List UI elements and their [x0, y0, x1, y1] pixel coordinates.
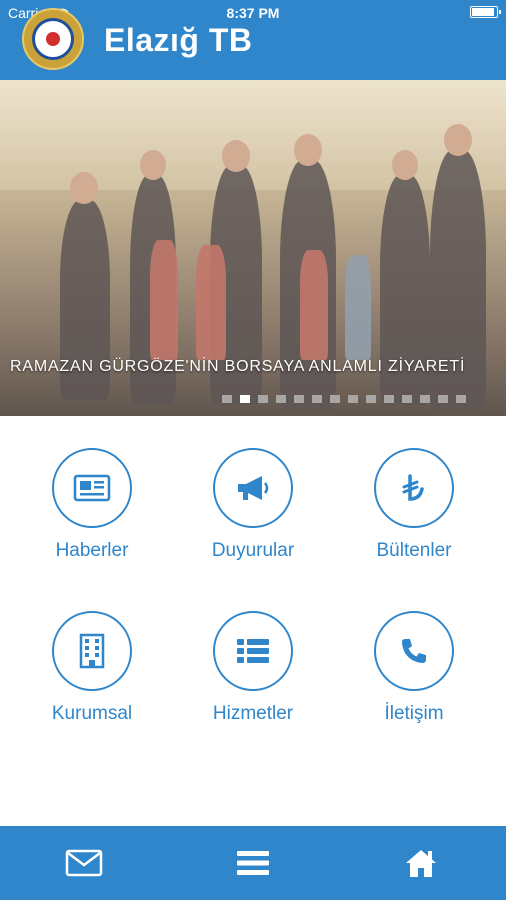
menu-label: Hizmetler — [212, 703, 294, 724]
slide-dot[interactable] — [348, 395, 358, 403]
slide-dot[interactable] — [330, 395, 340, 403]
menu-item-kurumsal[interactable]: Kurumsal — [12, 579, 172, 724]
news-slider[interactable]: RAMAZAN GÜRGÖZE'NİN BORSAYA ANLAMLI ZİYA… — [0, 80, 506, 416]
bultenler-button[interactable] — [374, 448, 454, 528]
iletisim-button[interactable] — [374, 611, 454, 691]
menu-item-duyurular[interactable]: Duyurular — [173, 416, 333, 561]
menu-label: Bültenler — [376, 540, 452, 561]
slide-caption[interactable]: RAMAZAN GÜRGÖZE'NİN BORSAYA ANLAMLI ZİYA… — [10, 358, 465, 376]
menu-label: İletişim — [384, 703, 444, 724]
menu-label: Duyurular — [211, 540, 295, 561]
slide-dot[interactable] — [420, 395, 430, 403]
megaphone-icon — [238, 476, 269, 500]
app-screen: Carrier 8:37 PM Elazığ TB RAMAZAN GÜRGÖZ… — [0, 0, 506, 900]
tab-mail[interactable] — [59, 838, 109, 888]
slide-dot[interactable] — [366, 395, 376, 403]
slide-dot[interactable] — [258, 395, 268, 403]
kurumsal-button[interactable] — [52, 611, 132, 691]
menu-icon — [237, 851, 269, 875]
menu-grid: Haberler Duyurular Bültenler Kurumsal Hi… — [0, 416, 506, 826]
chamber-logo-icon — [22, 8, 84, 70]
slide-dot[interactable] — [438, 395, 448, 403]
menu-item-hizmetler[interactable]: Hizmetler — [173, 579, 333, 724]
hizmetler-button[interactable] — [213, 611, 293, 691]
menu-item-iletisim[interactable]: İletişim — [334, 579, 494, 724]
slide-dot[interactable] — [312, 395, 322, 403]
duyurular-button[interactable] — [213, 448, 293, 528]
haberler-button[interactable] — [52, 448, 132, 528]
slide-indicator[interactable] — [222, 395, 466, 403]
battery-level — [472, 8, 494, 16]
menu-item-bultenler[interactable]: Bültenler — [334, 416, 494, 561]
tab-home[interactable] — [396, 838, 446, 888]
lira-icon — [402, 474, 424, 501]
menu-label: Kurumsal — [51, 703, 133, 724]
menu-label: Haberler — [55, 540, 129, 561]
app-header: Carrier 8:37 PM Elazığ TB — [0, 0, 506, 80]
app-title: Elazığ TB — [104, 22, 253, 58]
logo-emblem — [32, 18, 74, 60]
list-icon — [237, 639, 269, 663]
slide-dot[interactable] — [276, 395, 286, 403]
menu-item-haberler[interactable]: Haberler — [12, 416, 172, 561]
logo-center — [46, 32, 60, 46]
mail-icon — [65, 849, 103, 877]
newspaper-icon — [73, 474, 111, 502]
bottom-tab-bar — [0, 826, 506, 900]
slide-dot[interactable] — [294, 395, 304, 403]
battery-icon — [470, 6, 501, 18]
tab-menu[interactable] — [228, 838, 278, 888]
slide-dot[interactable] — [240, 395, 250, 403]
phone-icon — [402, 639, 426, 663]
home-icon — [406, 850, 436, 877]
slide-dot[interactable] — [456, 395, 466, 403]
slide-dot[interactable] — [222, 395, 232, 403]
slide-dot[interactable] — [384, 395, 394, 403]
building-icon — [79, 633, 105, 669]
slide-dot[interactable] — [402, 395, 412, 403]
